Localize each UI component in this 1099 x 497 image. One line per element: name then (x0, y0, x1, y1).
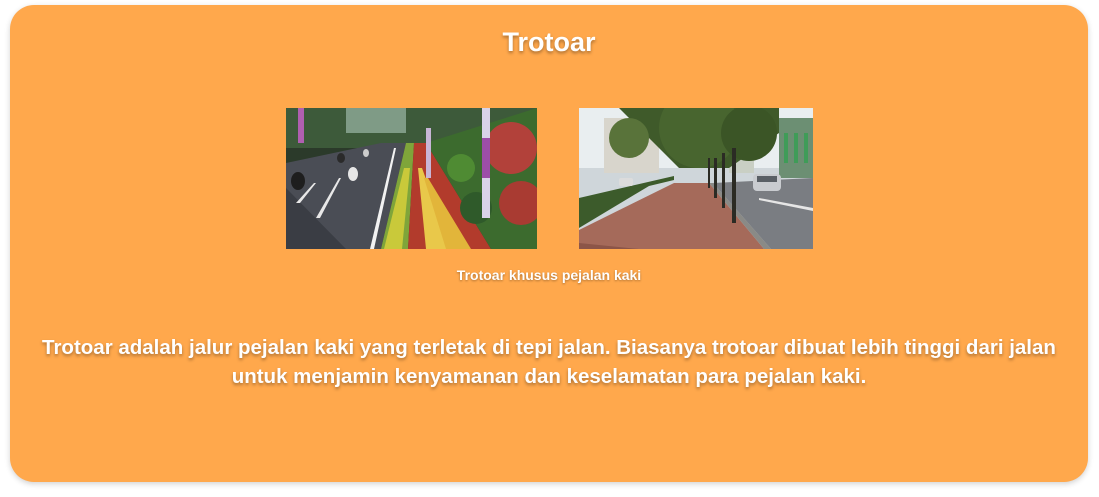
sidewalk-photo-left (286, 108, 537, 249)
sidewalk-photo-right (579, 108, 813, 249)
description-text: Trotoar adalah jalur pejalan kaki yang t… (42, 336, 1056, 388)
image-caption: Trotoar khusus pejalan kaki (456, 267, 642, 283)
info-card: Trotoar Trotoar khusus pejalan kaki Trot… (10, 5, 1088, 482)
card-title: Trotoar (502, 27, 596, 57)
